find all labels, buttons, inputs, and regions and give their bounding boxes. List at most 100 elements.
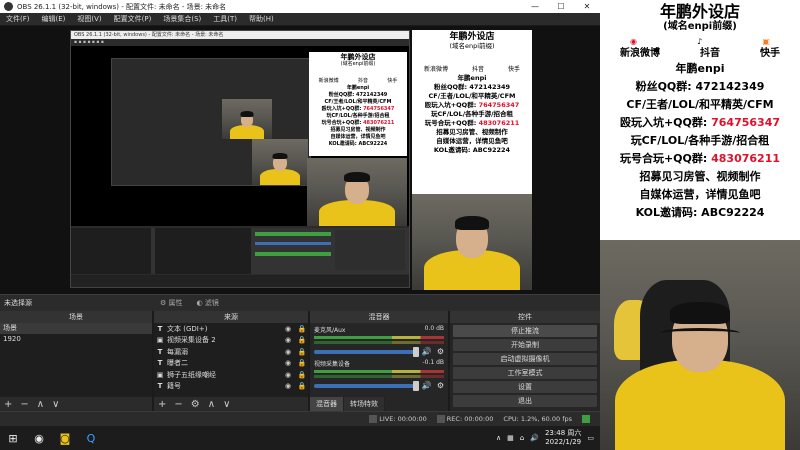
mixer-dock: 混音器 麦克风/Aux 0.0 dB 🔊 ⚙ 视频采集设备 -0.1 dB 🔊 …	[310, 311, 450, 411]
speaker-icon[interactable]: 🔊	[422, 381, 432, 390]
nested-docks	[71, 228, 409, 274]
eye-icon[interactable]: ◉	[282, 359, 294, 367]
remove-source-button[interactable]: −	[174, 399, 182, 410]
obs-taskbar-icon[interactable]: ◉	[26, 426, 52, 450]
headset	[660, 328, 740, 338]
eye-icon[interactable]: ◉	[282, 336, 294, 344]
source-label: 每漏溺	[167, 347, 188, 356]
move-scene-down-button[interactable]: ∨	[52, 399, 59, 410]
tab-mixer[interactable]: 混音器	[310, 397, 344, 411]
source-item[interactable]: ▣ 视频采集设备 2 ◉ 🔒	[154, 335, 308, 347]
source-item[interactable]: T 每漏溺 ◉ 🔒	[154, 346, 308, 358]
tray-chevron-icon[interactable]: ∧	[496, 434, 501, 442]
source-item[interactable]: ▣ 狮子五纸缘嘲经 ◉ 🔒	[154, 369, 308, 381]
preview-canvas[interactable]: OBS 26.1.1 (32-bit, windows) - 配置文件: 未命名…	[0, 26, 600, 294]
lock-icon[interactable]: 🔒	[296, 382, 308, 390]
menu-profile[interactable]: 配置文件(P)	[108, 14, 158, 24]
lock-icon[interactable]: 🔒	[296, 325, 308, 333]
sources-list: T 文本 (GDI+) ◉ 🔒 ▣ 视频采集设备 2 ◉ 🔒 T 每漏溺 ◉ 🔒 T 曝者二 ◉ 🔒 ▣ 狮子五纸…	[154, 323, 308, 397]
obs-logo-icon	[4, 2, 13, 11]
maximize-button[interactable]: ☐	[548, 2, 574, 11]
menu-bar: 文件(F) 编辑(E) 视图(V) 配置文件(P) 场景集合(S) 工具(T) …	[0, 13, 600, 26]
docks-area: 场景 场景 1920 + − ∧ ∨ 来源 T 文本 (GDI+) ◉ 🔒 ▣ 视频采集设…	[0, 311, 600, 411]
no-source-selected-label: 未选择源	[4, 298, 32, 307]
game-list: CF/王者/LOL/和平精英/CFM	[626, 98, 774, 111]
gear-icon[interactable]: ⚙	[437, 347, 444, 356]
move-scene-up-button[interactable]: ∧	[37, 399, 44, 410]
start-recording-button[interactable]: 开始录制	[453, 339, 597, 351]
title-bar[interactable]: OBS 26.1.1 (32-bit, windows) - 配置文件: 未命名…	[0, 0, 600, 13]
volume-icon[interactable]: 🔊	[530, 434, 539, 442]
eye-icon[interactable]: ◉	[282, 348, 294, 356]
tab-transitions[interactable]: 转场特效	[344, 397, 385, 411]
windows-start-icon[interactable]: ⊞	[0, 426, 26, 450]
source-toolbar: 未选择源 ⚙ 属性 ◐ 滤镜	[0, 294, 600, 310]
controls-header: 控件	[450, 311, 600, 323]
volume-meter	[314, 341, 444, 344]
nested-webcam-small	[222, 99, 272, 139]
eye-icon[interactable]: ◉	[282, 325, 294, 333]
scene-item[interactable]: 1920	[0, 334, 152, 345]
obs-window: OBS 26.1.1 (32-bit, windows) - 配置文件: 未命名…	[0, 0, 600, 426]
move-source-down-button[interactable]: ∨	[223, 399, 230, 410]
lock-icon[interactable]: 🔒	[296, 348, 308, 356]
menu-edit[interactable]: 编辑(E)	[36, 14, 72, 24]
close-button[interactable]: ✕	[574, 2, 600, 11]
virtual-camera-button[interactable]: 启动虚拟摄像机	[453, 353, 597, 365]
video-source-icon: ▣	[156, 370, 164, 379]
rec-status: REC: 00:00:00	[436, 415, 493, 423]
volume-slider[interactable]	[314, 346, 419, 357]
nested-preview: 年鹏外设店 (域名enpi前缀) 新浪微博 抖音 快手 年鹏enpi 粉丝QQ群: …	[71, 46, 409, 226]
recruit-line-2: 自媒体运营，详情见鱼吧	[639, 188, 761, 201]
minimize-button[interactable]: —	[522, 2, 548, 11]
eye-icon[interactable]: ◉	[282, 382, 294, 390]
lock-icon[interactable]: 🔒	[296, 371, 308, 379]
menu-view[interactable]: 视图(V)	[71, 14, 107, 24]
taskbar-clock[interactable]: 23:48 周六 2022/1/29	[545, 429, 581, 447]
notifications-icon[interactable]: ▭	[587, 434, 594, 442]
gear-icon[interactable]: ⚙	[437, 381, 444, 390]
stream-health-icon	[582, 415, 590, 423]
menu-scene-collection[interactable]: 场景集合(S)	[157, 14, 207, 24]
move-source-up-button[interactable]: ∧	[208, 399, 215, 410]
menu-help[interactable]: 帮助(H)	[243, 14, 280, 24]
speaker-icon[interactable]: 🔊	[422, 347, 432, 356]
menu-tools[interactable]: 工具(T)	[207, 14, 243, 24]
scenes-header: 场景	[0, 311, 152, 323]
add-scene-button[interactable]: +	[4, 399, 12, 410]
source-label: 曝者二	[167, 359, 188, 368]
studio-mode-button[interactable]: 工作室模式	[453, 367, 597, 379]
remove-scene-button[interactable]: −	[20, 399, 28, 410]
stop-streaming-button[interactable]: 停止推流	[453, 325, 597, 337]
window-title: OBS 26.1.1 (32-bit, windows) - 配置文件: 未命名…	[17, 2, 227, 11]
network-icon[interactable]: ⌂	[520, 434, 524, 442]
source-settings-gear-icon[interactable]: ⚙	[191, 399, 200, 410]
platform-weibo: 新浪微博	[620, 48, 660, 59]
nested-webcam	[307, 158, 407, 226]
source-label: 文本 (GDI+)	[167, 324, 208, 333]
eye-icon[interactable]: ◉	[282, 371, 294, 379]
status-bar: LIVE: 00:00:00 REC: 00:00:00 CPU: 1.2%, …	[0, 411, 600, 426]
browser-taskbar-icon[interactable]: Q	[78, 426, 104, 450]
volume-slider[interactable]	[314, 380, 419, 391]
lock-icon[interactable]: 🔒	[296, 359, 308, 367]
settings-button[interactable]: 设置	[453, 381, 597, 393]
cpu-status: CPU: 1.2%, 60.00 fps	[503, 415, 572, 423]
volume-slider-handle[interactable]	[412, 380, 419, 391]
lock-icon[interactable]: 🔒	[296, 336, 308, 344]
overlay-webcam	[600, 240, 800, 450]
properties-button[interactable]: ⚙ 属性	[160, 298, 183, 308]
volume-slider-handle[interactable]	[412, 346, 419, 357]
add-source-button[interactable]: +	[158, 399, 166, 410]
app-taskbar-icon[interactable]: ◙	[52, 426, 78, 450]
scene-item[interactable]: 场景	[0, 323, 152, 334]
filters-button[interactable]: ◐ 滤镜	[197, 298, 219, 308]
source-item[interactable]: T 文本 (GDI+) ◉ 🔒	[154, 323, 308, 335]
recruit-line-1: 招募见习房管、视频制作	[639, 170, 761, 183]
menu-file[interactable]: 文件(F)	[0, 14, 36, 24]
tray-app-icon[interactable]: ▦	[507, 434, 514, 442]
source-item[interactable]: T 曝者二 ◉ 🔒	[154, 358, 308, 370]
exit-button[interactable]: 退出	[453, 395, 597, 407]
source-item[interactable]: T 籍号 ◉ 🔒	[154, 381, 308, 393]
source-label: 视频采集设备 2	[167, 336, 216, 345]
